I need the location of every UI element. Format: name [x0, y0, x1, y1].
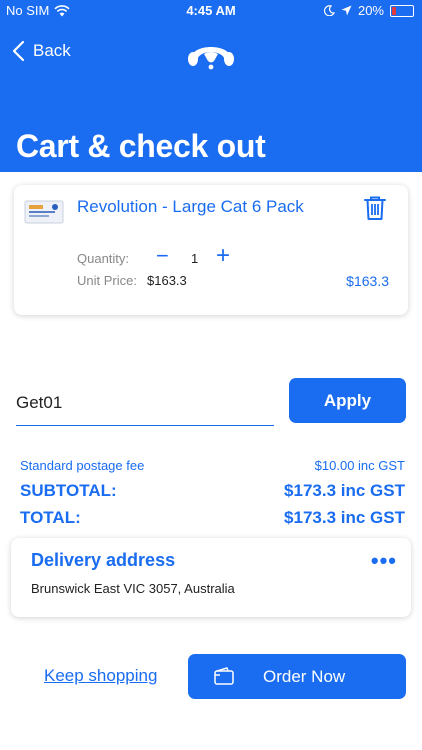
order-now-label: Order Now [263, 667, 346, 686]
quantity-value: 1 [191, 251, 199, 266]
total-label: TOTAL: [20, 508, 81, 527]
more-options-icon[interactable]: ••• [371, 550, 397, 572]
subtotal-row: SUBTOTAL: $173.3 inc GST [20, 481, 405, 501]
delivery-address: Brunswick East VIC 3057, Australia [31, 581, 235, 596]
delivery-address-card[interactable]: Delivery address Brunswick East VIC 3057… [11, 538, 411, 617]
total-row: TOTAL: $173.3 inc GST [20, 508, 405, 528]
quantity-increment-button[interactable]: + [216, 244, 230, 268]
product-name[interactable]: Revolution - Large Cat 6 Pack [77, 197, 304, 217]
trash-icon[interactable] [363, 195, 387, 221]
line-total: $163.3 [346, 273, 389, 289]
header: No SIM 4:45 AM 20% Back Cart & check out [0, 0, 422, 172]
unit-price-value: $163.3 [147, 273, 187, 288]
page-title: Cart & check out [16, 128, 266, 164]
delivery-title: Delivery address [31, 550, 176, 570]
battery-icon [390, 4, 414, 17]
subtotal-value: $173.3 inc GST [284, 481, 405, 500]
back-label: Back [33, 41, 71, 60]
apply-button[interactable]: Apply [289, 378, 406, 423]
unit-price-label: Unit Price: [77, 273, 137, 288]
battery-level [392, 6, 396, 15]
quantity-label: Quantity: [77, 251, 130, 266]
location-arrow-icon [341, 5, 352, 16]
dog-logo-icon [188, 47, 234, 70]
postage-value: $10.00 inc GST [314, 458, 405, 473]
back-button[interactable]: Back [12, 40, 71, 62]
battery-percent: 20% [357, 3, 384, 18]
product-thumbnail [24, 200, 64, 224]
chevron-left-icon [12, 40, 25, 62]
total-value: $173.3 inc GST [284, 508, 405, 527]
cart-item-card: Revolution - Large Cat 6 Pack Quantity: … [14, 185, 408, 315]
quantity-decrement-button[interactable]: − [156, 245, 169, 267]
wallet-icon [214, 667, 234, 685]
status-bar: No SIM 4:45 AM 20% [0, 0, 422, 22]
moon-icon [323, 5, 335, 16]
subtotal-label: SUBTOTAL: [20, 481, 117, 500]
promo-code-input[interactable] [16, 385, 274, 426]
keep-shopping-link[interactable]: Keep shopping [44, 666, 157, 686]
postage-row: Standard postage fee $10.00 inc GST [20, 458, 405, 473]
order-now-button[interactable]: Order Now [188, 654, 406, 699]
postage-label: Standard postage fee [20, 458, 145, 473]
